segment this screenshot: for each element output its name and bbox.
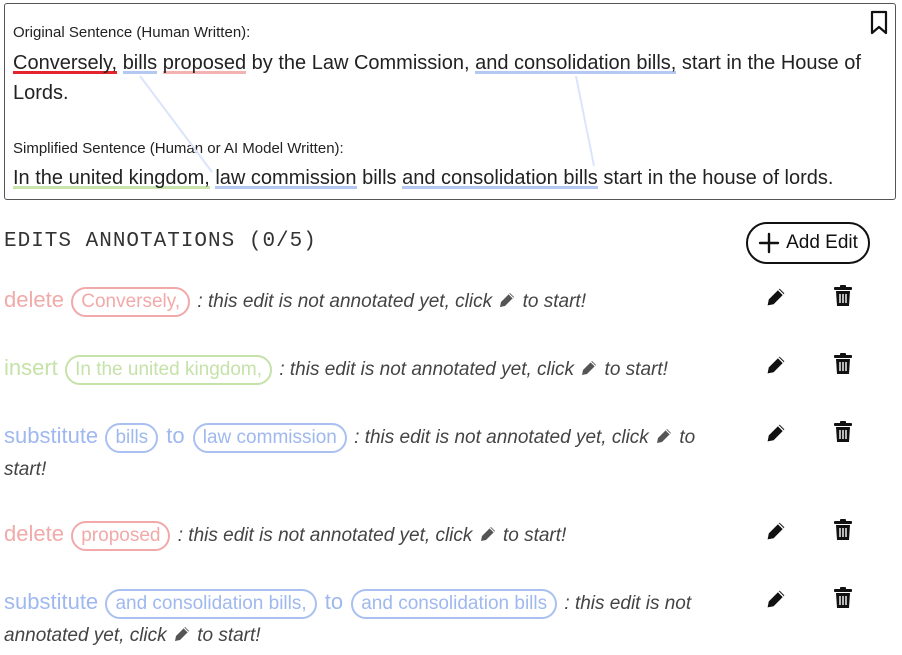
highlighted-span[interactable]: and consolidation bills: [402, 167, 598, 189]
sentence-text: start in the house of lords.: [597, 167, 834, 189]
sentence-text: by the Law Commission,: [246, 52, 476, 74]
annotation-note-text: : this edit is not annotated yet, click: [274, 359, 580, 380]
annotation-note-text: to start!: [497, 525, 567, 546]
highlighted-span[interactable]: Conversely,: [13, 52, 117, 74]
pencil-icon: [579, 357, 599, 377]
annotation-note-text: : this edit is not annotated yet, click: [192, 291, 498, 312]
annotation-note-text: : this edit is not annotated yet, click: [172, 525, 478, 546]
pencil-icon: [172, 623, 192, 643]
simplified-sentence: In the united kingdom, law commission bi…: [13, 163, 873, 193]
edit-span-chip[interactable]: In the united kingdom,: [65, 355, 273, 385]
edit-pencil-icon[interactable]: [764, 587, 788, 611]
to-word: to: [318, 589, 350, 614]
edit-type: delete: [4, 521, 64, 546]
edit-span-chip[interactable]: law commission: [192, 423, 347, 453]
delete-trash-icon[interactable]: [832, 284, 856, 308]
edit-row: insert In the united kingdom, : this edi…: [4, 352, 724, 386]
pencil-icon: [654, 425, 674, 445]
edit-type: substitute: [4, 589, 99, 614]
pencil-icon: [478, 523, 498, 543]
sentence-text: bills: [356, 167, 403, 189]
annotation-note: : this edit is not annotated yet, click …: [172, 523, 567, 546]
highlighted-span[interactable]: and consolidation bills,: [475, 52, 676, 74]
highlighted-span[interactable]: bills: [123, 52, 157, 74]
add-edit-button[interactable]: Add Edit: [746, 222, 870, 264]
edit-pencil-icon[interactable]: [764, 285, 788, 309]
delete-trash-icon[interactable]: [832, 586, 856, 610]
annotation-note-text: : this edit is not annotated yet, click: [348, 427, 655, 448]
edit-span-chip[interactable]: Conversely,: [71, 287, 191, 317]
annotation-note: : this edit is not annotated yet, click …: [192, 291, 586, 312]
add-edit-label: Add Edit: [786, 232, 858, 253]
highlighted-span[interactable]: In the united kingdom,: [13, 167, 210, 189]
original-sentence: Conversely, bills proposed by the Law Co…: [13, 48, 873, 108]
sentence-text: [117, 52, 123, 74]
pencil-icon: [497, 289, 517, 309]
highlighted-span[interactable]: proposed: [163, 52, 246, 74]
sentence-text: [157, 52, 163, 74]
annotation-note-text: to start!: [599, 359, 668, 380]
edit-span-chip[interactable]: proposed: [71, 521, 171, 551]
original-sentence-label: Original Sentence (Human Written):: [13, 24, 251, 41]
edit-pencil-icon[interactable]: [764, 421, 788, 445]
edit-row: delete proposed : this edit is not annot…: [4, 518, 724, 552]
edit-row: substitute and consolidation bills, to a…: [4, 586, 724, 652]
edit-span-chip[interactable]: bills: [105, 423, 159, 453]
edit-type: insert: [4, 355, 58, 380]
edit-type: delete: [4, 287, 64, 312]
plus-icon: [758, 232, 780, 254]
delete-trash-icon[interactable]: [832, 518, 856, 542]
edit-pencil-icon[interactable]: [764, 519, 788, 543]
highlighted-span[interactable]: law commission: [215, 167, 356, 189]
bookmark-icon[interactable]: [869, 10, 889, 36]
to-word: to: [160, 423, 191, 448]
edit-row: substitute bills to law commission : thi…: [4, 420, 724, 486]
edit-span-chip[interactable]: and consolidation bills,: [105, 589, 317, 619]
edits-annotations-title: EDITS ANNOTATIONS (0/5): [4, 230, 317, 253]
edit-span-chip[interactable]: and consolidation bills: [351, 589, 558, 619]
annotation-note: : this edit is not annotated yet, click …: [274, 359, 668, 380]
delete-trash-icon[interactable]: [832, 420, 856, 444]
simplified-sentence-label: Simplified Sentence (Human or AI Model W…: [13, 140, 344, 157]
sentence-panel: Original Sentence (Human Written): Conve…: [4, 3, 896, 200]
delete-trash-icon[interactable]: [832, 352, 856, 376]
annotation-note-text: to start!: [517, 291, 586, 312]
edit-pencil-icon[interactable]: [764, 353, 788, 377]
annotation-note-text: to start!: [191, 625, 261, 646]
edit-row: delete Conversely, : this edit is not an…: [4, 284, 724, 318]
edit-type: substitute: [4, 423, 99, 448]
